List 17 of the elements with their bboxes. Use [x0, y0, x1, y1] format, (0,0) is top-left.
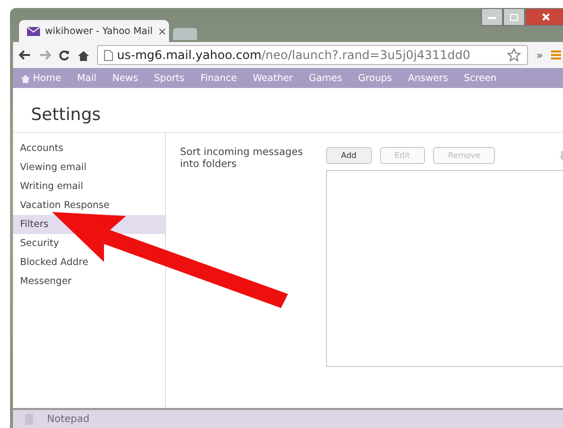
sidebar-item[interactable]: Viewing email: [13, 158, 88, 177]
sidebar-item[interactable]: Accounts: [13, 139, 66, 158]
sidebar-item[interactable]: Vacation Response: [13, 196, 112, 215]
tab-title: wikihower - Yahoo Mail: [45, 26, 153, 36]
url-text: us-mg6.mail.yahoo.com/neo/launch?.rand=3u5j0j4311dd0: [117, 48, 472, 62]
browser-tab[interactable]: wikihower - Yahoo Mail ×: [19, 20, 169, 42]
address-bar[interactable]: us-mg6.mail.yahoo.com/neo/launch?.rand=3u5j0j4311dd0: [97, 45, 528, 65]
filter-button[interactable]: Add: [326, 147, 372, 164]
taskbar-item[interactable]: Notepad: [47, 414, 90, 424]
filters-description: Sort incoming messages into folders: [180, 147, 304, 172]
sidebar-item[interactable]: Messenger: [13, 272, 74, 291]
page-title: Settings: [13, 88, 563, 133]
sidebar-item[interactable]: Security: [13, 234, 62, 253]
sidebar-item[interactable]: Blocked Addre: [13, 253, 90, 272]
close-tab-button[interactable]: ×: [158, 24, 167, 38]
bookmarks-overflow[interactable]: »: [536, 48, 543, 62]
sidebar-item[interactable]: Writing email: [13, 177, 86, 196]
